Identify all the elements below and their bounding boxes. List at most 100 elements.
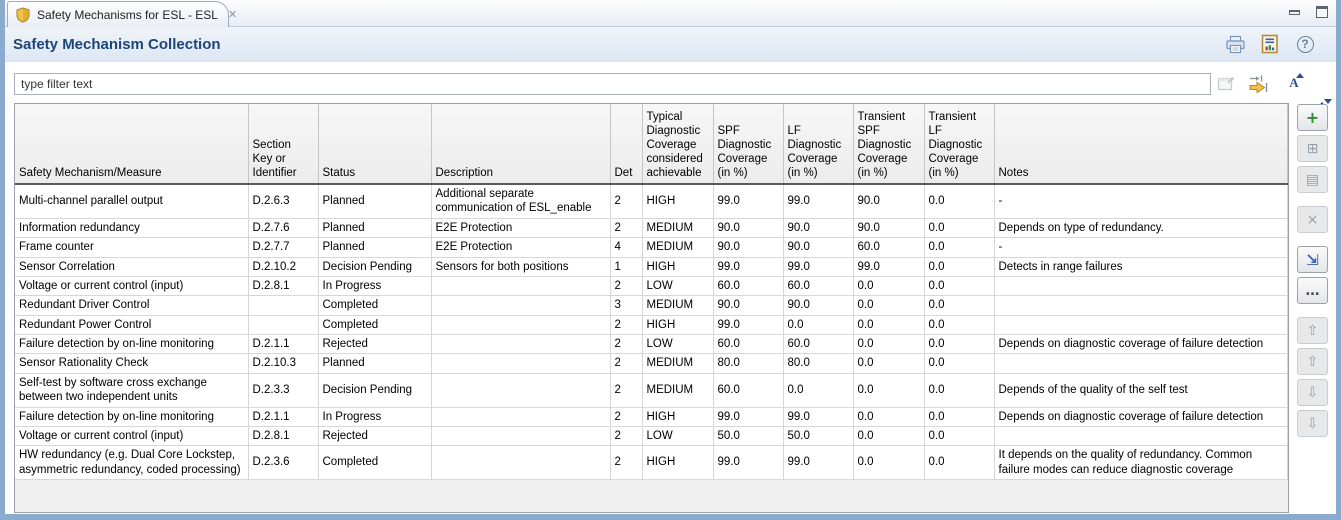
table-row[interactable]: HW redundancy (e.g. Dual Core Lockstep, … [15, 446, 1288, 480]
table-row[interactable]: Sensor CorrelationD.2.10.2Decision Pendi… [15, 257, 1288, 276]
table-cell[interactable]: Sensor Correlation [15, 257, 248, 276]
table-cell[interactable]: MEDIUM [642, 354, 713, 373]
table-cell[interactable]: 2 [610, 426, 642, 445]
table-cell[interactable]: Redundant Driver Control [15, 296, 248, 315]
table-cell[interactable]: 0.0 [924, 257, 994, 276]
move-bottom-button[interactable]: ⇩ [1297, 410, 1328, 437]
table-cell[interactable] [431, 446, 610, 480]
table-cell[interactable]: 0.0 [924, 218, 994, 237]
maximize-icon[interactable] [1314, 5, 1330, 19]
table-row[interactable]: Self-test by software cross exchange bet… [15, 373, 1288, 407]
table-cell[interactable]: LOW [642, 276, 713, 295]
table-cell[interactable]: Rejected [318, 335, 431, 354]
table-cell[interactable]: D.2.8.1 [248, 426, 318, 445]
table-row[interactable]: Failure detection by on-line monitoringD… [15, 407, 1288, 426]
table-cell[interactable]: HIGH [642, 257, 713, 276]
table-cell[interactable]: 2 [610, 315, 642, 334]
table-cell[interactable]: Planned [318, 354, 431, 373]
table-row[interactable]: Sensor Rationality CheckD.2.10.3Planned2… [15, 354, 1288, 373]
table-cell[interactable]: Multi-channel parallel output [15, 184, 248, 218]
table-cell[interactable]: Redundant Power Control [15, 315, 248, 334]
filter-input[interactable] [14, 73, 1211, 95]
table-cell[interactable] [994, 276, 1288, 295]
table-cell[interactable] [248, 296, 318, 315]
column-header[interactable]: Status [318, 104, 431, 184]
table-row[interactable]: Voltage or current control (input)D.2.8.… [15, 426, 1288, 445]
table-cell[interactable]: 99.0 [783, 446, 853, 480]
table-cell[interactable]: Completed [318, 446, 431, 480]
table-cell[interactable]: 0.0 [924, 184, 994, 218]
table-cell[interactable]: 99.0 [713, 257, 783, 276]
table-cell[interactable]: Sensor Rationality Check [15, 354, 248, 373]
table-cell[interactable]: 0.0 [924, 335, 994, 354]
report-icon[interactable] [1259, 33, 1281, 55]
move-top-button[interactable]: ⇧ [1297, 317, 1328, 344]
close-icon[interactable]: ✕ [228, 8, 237, 21]
table-cell[interactable]: 2 [610, 373, 642, 407]
table-cell[interactable]: Detects in range failures [994, 257, 1288, 276]
table-cell[interactable]: 90.0 [783, 218, 853, 237]
table-cell[interactable]: Sensors for both positions [431, 257, 610, 276]
table-cell[interactable] [994, 296, 1288, 315]
tab-safety-mechanisms[interactable]: Safety Mechanisms for ESL - ESL ✕ [7, 1, 229, 27]
table-cell[interactable]: D.2.10.3 [248, 354, 318, 373]
column-header[interactable]: Transient SPF Diagnostic Coverage (in %) [853, 104, 924, 184]
table-cell[interactable]: 0.0 [783, 315, 853, 334]
table-cell[interactable]: Completed [318, 315, 431, 334]
table-cell[interactable]: Failure detection by on-line monitoring [15, 407, 248, 426]
table-cell[interactable]: HIGH [642, 184, 713, 218]
column-header[interactable]: Det [610, 104, 642, 184]
table-cell[interactable] [994, 354, 1288, 373]
expand-gold-arrow-icon[interactable] [1247, 71, 1269, 95]
table-cell[interactable] [994, 426, 1288, 445]
table-cell[interactable]: D.2.7.7 [248, 238, 318, 257]
table-cell[interactable]: E2E Protection [431, 218, 610, 237]
table-cell[interactable]: 99.0 [783, 257, 853, 276]
table-cell[interactable]: 90.0 [783, 238, 853, 257]
table-cell[interactable]: Voltage or current control (input) [15, 276, 248, 295]
table-cell[interactable]: Decision Pending [318, 373, 431, 407]
table-cell[interactable]: 2 [610, 276, 642, 295]
table-cell[interactable]: 0.0 [853, 373, 924, 407]
column-header[interactable]: SPF Diagnostic Coverage (in %) [713, 104, 783, 184]
table-cell[interactable]: Failure detection by on-line monitoring [15, 335, 248, 354]
table-row[interactable]: Redundant Driver ControlCompleted3MEDIUM… [15, 296, 1288, 315]
table-cell[interactable]: Information redundancy [15, 218, 248, 237]
table-cell[interactable]: D.2.1.1 [248, 335, 318, 354]
table-cell[interactable]: 0.0 [924, 238, 994, 257]
table-cell[interactable]: 0.0 [924, 354, 994, 373]
table-cell[interactable]: E2E Protection [431, 238, 610, 257]
table-cell[interactable] [248, 315, 318, 334]
table-cell[interactable]: LOW [642, 426, 713, 445]
table-cell[interactable]: 60.0 [853, 238, 924, 257]
table-cell[interactable]: D.2.7.6 [248, 218, 318, 237]
column-header[interactable]: Section Key or Identifier [248, 104, 318, 184]
help-icon[interactable]: ? [1294, 33, 1316, 55]
table-cell[interactable]: Rejected [318, 426, 431, 445]
copy-button[interactable]: ▤ [1297, 166, 1328, 193]
column-header[interactable]: Description [431, 104, 610, 184]
table-cell[interactable]: 99.0 [783, 407, 853, 426]
table-cell[interactable] [431, 354, 610, 373]
table-row[interactable]: Information redundancyD.2.7.6PlannedE2E … [15, 218, 1288, 237]
table-cell[interactable]: 80.0 [783, 354, 853, 373]
table-cell[interactable]: 50.0 [713, 426, 783, 445]
table-cell[interactable]: 0.0 [924, 315, 994, 334]
table-row[interactable]: Multi-channel parallel outputD.2.6.3Plan… [15, 184, 1288, 218]
column-header[interactable]: Typical Diagnostic Coverage considered a… [642, 104, 713, 184]
column-header[interactable]: Notes [994, 104, 1288, 184]
table-cell[interactable]: 0.0 [783, 373, 853, 407]
minimize-icon[interactable] [1286, 5, 1302, 19]
table-cell[interactable]: Planned [318, 238, 431, 257]
table-cell[interactable]: LOW [642, 335, 713, 354]
table-cell[interactable]: Completed [318, 296, 431, 315]
table-cell[interactable]: MEDIUM [642, 218, 713, 237]
table-cell[interactable]: 50.0 [783, 426, 853, 445]
table-cell[interactable]: 0.0 [853, 315, 924, 334]
table-cell[interactable]: Planned [318, 218, 431, 237]
table-row[interactable]: Redundant Power ControlCompleted2HIGH99.… [15, 315, 1288, 334]
table-cell[interactable]: 1 [610, 257, 642, 276]
table-cell[interactable]: 99.0 [783, 184, 853, 218]
table-cell[interactable] [994, 315, 1288, 334]
table-cell[interactable]: D.2.3.6 [248, 446, 318, 480]
